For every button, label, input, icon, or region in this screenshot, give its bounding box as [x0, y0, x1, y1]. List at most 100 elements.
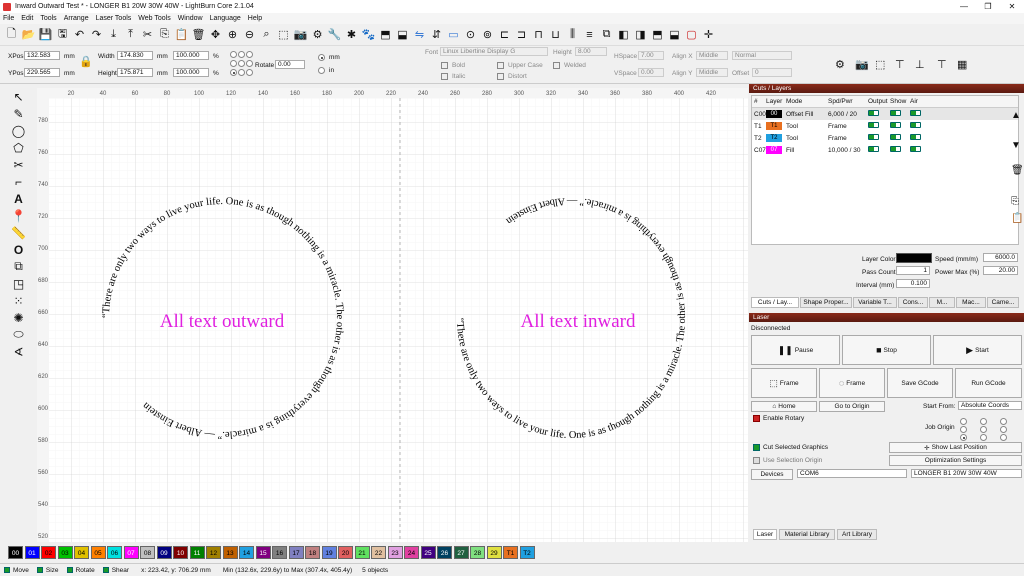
- select-icon[interactable]: ↖: [0, 88, 37, 105]
- start-button[interactable]: ▶ Start: [933, 335, 1022, 365]
- dock-top-icon[interactable]: ⬒: [650, 27, 665, 42]
- palette-swatch[interactable]: 26: [437, 546, 452, 559]
- cuts-layer-row[interactable]: C00 00 Offset Fill 6,000 / 20: [752, 108, 1018, 120]
- power-field[interactable]: 20.00: [983, 266, 1018, 275]
- flip-vertical-icon[interactable]: ⇵: [429, 27, 444, 42]
- menu-language[interactable]: Language: [210, 15, 241, 22]
- tools-icon[interactable]: 🔧: [327, 27, 342, 42]
- palette-swatch[interactable]: 03: [57, 546, 73, 559]
- speed-field[interactable]: 6000.0: [983, 253, 1018, 262]
- zoom-selection-icon[interactable]: ⬚: [276, 27, 291, 42]
- anchor-ml[interactable]: [230, 60, 237, 67]
- palette-swatch[interactable]: 12: [206, 546, 221, 559]
- ypos-field[interactable]: 229.565: [24, 68, 60, 77]
- frame-red-icon[interactable]: ▢: [684, 27, 699, 42]
- width-field[interactable]: 174.830: [117, 51, 153, 60]
- job-origin-radio[interactable]: [1000, 418, 1007, 425]
- menu-laser-tools[interactable]: Laser Tools: [96, 15, 132, 22]
- unit-in-radio[interactable]: [318, 67, 325, 74]
- distribute-h-icon[interactable]: ⫼: [565, 27, 580, 42]
- layer-paste-icon[interactable]: 📋: [1011, 213, 1023, 224]
- tab-cuts-panel[interactable]: Mac...: [956, 297, 986, 308]
- palette-swatch[interactable]: 20: [338, 546, 353, 559]
- camera-tool-icon[interactable]: 📷: [855, 58, 869, 71]
- start-from-select[interactable]: Absolute Coords: [958, 401, 1022, 410]
- move-checkbox[interactable]: [4, 567, 10, 573]
- circular-array-icon[interactable]: ✺: [0, 309, 37, 326]
- palette-swatch[interactable]: 15: [255, 546, 271, 559]
- machine-icon[interactable]: ⚙: [835, 58, 845, 71]
- pen-icon[interactable]: ✎: [0, 105, 37, 122]
- pan-icon[interactable]: ✥: [208, 27, 223, 42]
- output-toggle[interactable]: [868, 134, 879, 140]
- text-mode-select[interactable]: Normal: [732, 51, 792, 60]
- menu-tools[interactable]: Tools: [40, 15, 56, 22]
- port-select[interactable]: COM6: [797, 469, 907, 478]
- optimization-settings-button[interactable]: Optimization Settings: [889, 455, 1022, 466]
- show-toggle[interactable]: [890, 134, 901, 140]
- go-to-origin-button[interactable]: Go to Origin: [819, 401, 885, 412]
- unit-mm-radio[interactable]: [318, 54, 325, 61]
- palette-swatch[interactable]: 08: [140, 546, 155, 559]
- align-right-icon[interactable]: ⊐: [514, 27, 529, 42]
- vspace-field[interactable]: 0.00: [638, 68, 664, 77]
- cuts-layer-row[interactable]: T2 T2 Tool Frame: [752, 132, 1018, 144]
- device-settings-icon[interactable]: ✱: [344, 27, 359, 42]
- menu-help[interactable]: Help: [248, 15, 262, 22]
- dock-bottom-icon[interactable]: ⬓: [667, 27, 682, 42]
- ellipse-icon[interactable]: ◯: [0, 122, 37, 139]
- polygon-icon[interactable]: ⬠: [0, 139, 37, 156]
- palette-swatch[interactable]: 00: [8, 546, 23, 559]
- array-icon[interactable]: ⁙: [0, 292, 37, 309]
- air-toggle[interactable]: [910, 134, 921, 140]
- palette-swatch[interactable]: 25: [420, 546, 436, 559]
- zoom-page-icon[interactable]: ⌕: [259, 27, 274, 42]
- air-toggle[interactable]: [910, 146, 921, 152]
- inward-label[interactable]: All text inward: [520, 311, 636, 332]
- palette-swatch[interactable]: 29: [486, 546, 502, 559]
- palette-swatch[interactable]: 07: [123, 546, 139, 559]
- menu-file[interactable]: File: [3, 15, 14, 22]
- output-toggle[interactable]: [868, 146, 879, 152]
- new-file-icon[interactable]: 🗋: [4, 27, 19, 42]
- palette-swatch[interactable]: 23: [387, 546, 403, 559]
- palette-swatch[interactable]: 05: [90, 546, 106, 559]
- menu-arrange[interactable]: Arrange: [64, 15, 89, 22]
- scale-height-field[interactable]: 100.000: [173, 68, 209, 77]
- row-mode[interactable]: Tool: [786, 135, 828, 142]
- tab-icon[interactable]: ⬭: [0, 326, 37, 343]
- palette-swatch[interactable]: T1: [503, 546, 518, 559]
- job-origin-radio[interactable]: [980, 418, 987, 425]
- stop-button[interactable]: ■ Stop: [842, 335, 931, 365]
- outward-label[interactable]: All text outward: [160, 311, 285, 332]
- distort-checkbox[interactable]: [497, 73, 504, 80]
- tab-laser-panel[interactable]: Art Library: [837, 529, 877, 540]
- row-mode[interactable]: Offset Fill: [786, 111, 828, 118]
- layer-delete-icon[interactable]: 🗑: [1011, 165, 1024, 176]
- text-tool-icon[interactable]: A: [0, 190, 37, 207]
- air-toggle[interactable]: [910, 110, 921, 116]
- palette-swatch[interactable]: 04: [74, 546, 89, 559]
- dock-left-icon[interactable]: ◧: [616, 27, 631, 42]
- anchor-tl[interactable]: [230, 51, 237, 58]
- offset-field[interactable]: 0: [752, 68, 792, 77]
- cut-icon[interactable]: ✂: [140, 27, 155, 42]
- anchor-mr[interactable]: [246, 60, 253, 67]
- path-icon[interactable]: ⊤: [937, 58, 947, 71]
- use-selection-origin-checkbox[interactable]: [753, 457, 760, 464]
- distribute-v-icon[interactable]: ≡: [582, 27, 597, 42]
- palette-swatch[interactable]: 18: [305, 546, 320, 559]
- font-select[interactable]: Linux Libertine Display G: [440, 47, 548, 56]
- frame-circle-button[interactable]: ◌ Frame: [819, 368, 885, 398]
- menu-edit[interactable]: Edit: [21, 15, 33, 22]
- interval-field[interactable]: 0.100: [896, 279, 930, 288]
- layer-up-icon[interactable]: ▲: [1011, 110, 1021, 121]
- align-x-select[interactable]: Middle: [696, 51, 728, 60]
- boolean-icon[interactable]: ⊥: [915, 58, 925, 71]
- tab-cuts-panel[interactable]: M...: [929, 297, 955, 308]
- pause-button[interactable]: ❚❚ Pause: [751, 335, 840, 365]
- anchor-br[interactable]: [246, 69, 253, 76]
- home-button[interactable]: ⌂ Home: [751, 401, 817, 412]
- crosshair-icon[interactable]: ✛: [701, 27, 716, 42]
- palette-swatch[interactable]: 24: [404, 546, 419, 559]
